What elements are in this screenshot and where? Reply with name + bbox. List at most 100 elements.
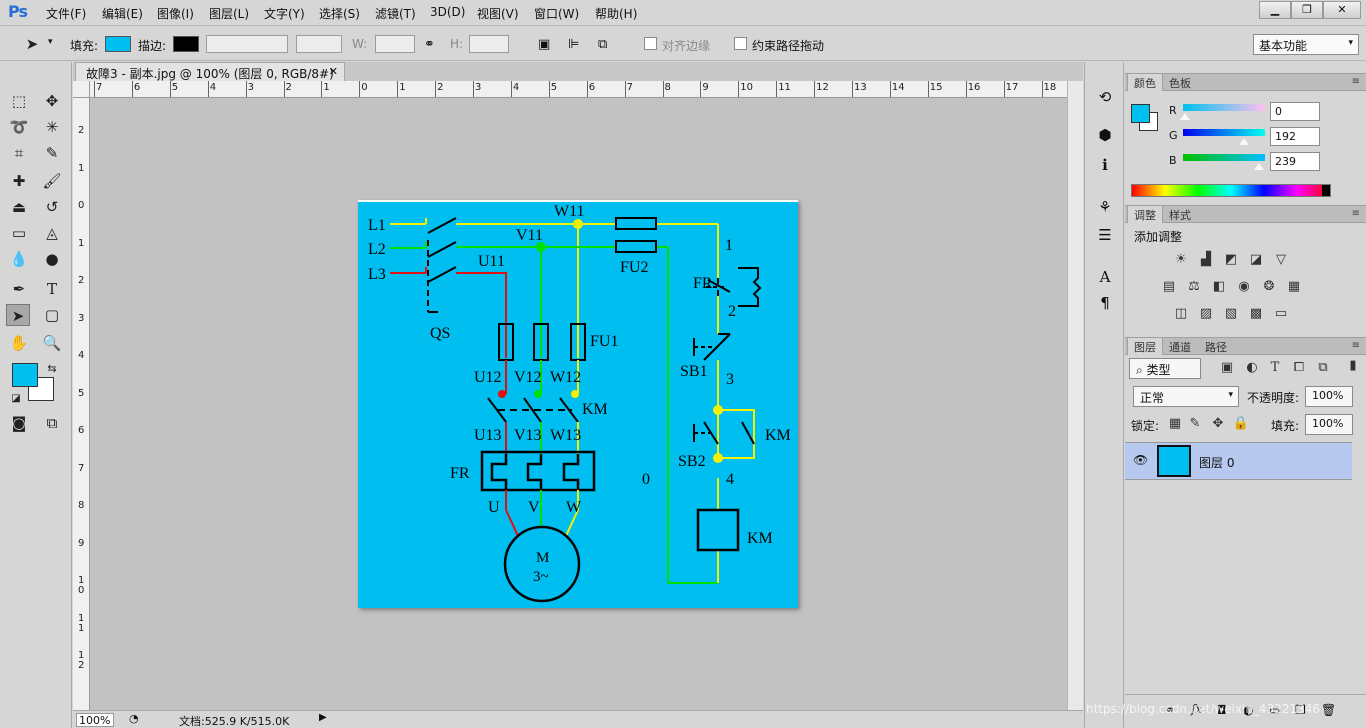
swap-colors-icon[interactable]: ⇆ — [40, 358, 64, 380]
zoom-tool-icon[interactable]: 🔍 — [40, 332, 64, 354]
brightness-contrast-icon[interactable]: ☀ — [1171, 252, 1191, 270]
posterize-icon[interactable]: ▨ — [1196, 306, 1216, 324]
selective-color-icon[interactable]: ▩ — [1246, 306, 1266, 324]
threshold-icon[interactable]: ▧ — [1221, 306, 1241, 324]
horizontal-ruler[interactable]: 7 6 5 4 3 2 1 0 1 2 3 4 5 6 7 8 9 10 11 12 13 14 15 16 17 18 — [90, 81, 1067, 98]
menu-filter[interactable]: 滤镜(T) — [375, 5, 416, 22]
tab-color[interactable]: 颜色 — [1127, 74, 1163, 91]
eraser-tool-icon[interactable]: ▭ — [7, 222, 31, 244]
stroke-width-field[interactable] — [206, 35, 288, 53]
r-slider-thumb[interactable] — [1180, 113, 1190, 120]
lock-transparency-icon[interactable]: ▦ — [1165, 416, 1185, 434]
type-tool-icon[interactable]: T — [40, 278, 64, 300]
ruler-origin[interactable] — [73, 81, 90, 98]
menu-help[interactable]: 帮助(H) — [595, 5, 637, 22]
stroke-color-swatch[interactable] — [173, 36, 199, 52]
pen-tool-icon[interactable]: ✒ — [7, 278, 31, 300]
tab-paths[interactable]: 路径 — [1199, 338, 1233, 355]
move-tool-icon[interactable]: ✥ — [40, 90, 64, 112]
close-button[interactable]: ✕ — [1323, 1, 1361, 19]
tab-channels[interactable]: 通道 — [1163, 338, 1197, 355]
vertical-ruler[interactable]: 2 1 0 1 2 3 4 5 6 7 8 9 10 11 12 — [73, 98, 90, 710]
path-arrangement-icon[interactable]: ⧉ — [598, 37, 607, 52]
tab-swatches[interactable]: 色板 — [1163, 74, 1197, 91]
filter-smart-object-icon[interactable]: ⧉ — [1313, 360, 1333, 378]
eyedropper-tool-icon[interactable]: ✎ — [40, 142, 64, 164]
blend-mode-dropdown[interactable]: 正常 ▾ — [1133, 386, 1239, 407]
zoom-field[interactable]: 100% — [76, 713, 114, 727]
3d-panel-icon[interactable]: ⬢ — [1093, 124, 1117, 146]
adjust-panel-menu-icon[interactable]: ≡ — [1352, 208, 1360, 219]
align-edges-checkbox[interactable] — [644, 37, 657, 50]
history-brush-tool-icon[interactable]: ↺ — [40, 196, 64, 218]
invert-icon[interactable]: ◫ — [1171, 306, 1191, 324]
healing-brush-tool-icon[interactable]: ✚ — [7, 170, 31, 192]
menu-layer[interactable]: 图层(L) — [209, 5, 249, 22]
zoom-preview-icon[interactable]: ◔ — [129, 712, 139, 725]
clone-stamp-tool-icon[interactable]: ⏏ — [7, 196, 31, 218]
default-colors-icon[interactable]: ◪ — [4, 388, 28, 410]
magic-wand-tool-icon[interactable]: ✳ — [40, 116, 64, 138]
g-slider[interactable] — [1183, 129, 1265, 136]
menu-select[interactable]: 选择(S) — [319, 5, 360, 22]
quick-mask-icon[interactable]: ◙ — [7, 412, 31, 434]
path-selection-tool-icon[interactable]: ➤ — [6, 304, 30, 326]
blur-tool-icon[interactable]: 💧 — [7, 248, 31, 270]
filter-toggle-icon[interactable]: ▮ — [1343, 358, 1363, 376]
layer-row[interactable]: 👁 图层 0 — [1125, 442, 1352, 480]
menu-view[interactable]: 视图(V) — [477, 5, 519, 22]
constrain-path-checkbox[interactable] — [734, 37, 747, 50]
document-tab[interactable]: 故障3 - 副本.jpg @ 100% (图层 0, RGB/8#) * ✕ — [75, 62, 345, 96]
history-panel-icon[interactable]: ⟲ — [1093, 86, 1117, 108]
tab-layers[interactable]: 图层 — [1127, 338, 1163, 355]
marquee-tool-icon[interactable]: ⬚ — [7, 90, 31, 112]
fill-field[interactable]: 100% — [1305, 414, 1353, 435]
workspace-dropdown[interactable]: 基本功能 ▾ — [1253, 34, 1359, 55]
screen-mode-icon[interactable]: ⧉ — [40, 412, 64, 434]
vertical-scrollbar[interactable] — [1067, 81, 1083, 710]
crop-tool-icon[interactable]: ⌗ — [7, 142, 31, 164]
color-spectrum-bar[interactable] — [1131, 184, 1331, 197]
lock-all-icon[interactable]: 🔒 — [1231, 416, 1251, 434]
filter-pixel-icon[interactable]: ▣ — [1217, 360, 1237, 378]
color-balance-icon[interactable]: ⚖ — [1184, 279, 1204, 297]
minimize-button[interactable]: ▁ — [1259, 1, 1291, 19]
menu-file[interactable]: 文件(F) — [46, 5, 86, 22]
restore-button[interactable]: ❐ — [1291, 1, 1323, 19]
color-lookup-icon[interactable]: ▦ — [1284, 279, 1304, 297]
menu-image[interactable]: 图像(I) — [157, 5, 194, 22]
menu-window[interactable]: 窗口(W) — [534, 5, 579, 22]
path-alignment-icon[interactable]: ⊫ — [568, 37, 579, 52]
width-field[interactable] — [375, 35, 415, 53]
brush-presets-icon[interactable]: ☰ — [1093, 224, 1117, 246]
delete-layer-icon[interactable]: 🗑 — [1321, 703, 1336, 717]
close-tab-icon[interactable]: ✕ — [329, 65, 338, 78]
link-icon[interactable]: ⚭ — [424, 37, 435, 52]
r-value-field[interactable]: 0 — [1270, 102, 1320, 121]
paint-bucket-tool-icon[interactable]: ◬ — [40, 222, 64, 244]
path-operations-icon[interactable]: ▣ — [538, 37, 550, 52]
b-slider[interactable] — [1183, 154, 1265, 161]
black-white-icon[interactable]: ◧ — [1209, 279, 1229, 297]
g-slider-thumb[interactable] — [1239, 138, 1249, 145]
document-image[interactable]: L1 L2 L3 W11 V11 U11 FU2 QS FU1 U12 V12 … — [358, 200, 798, 608]
fill-color-swatch[interactable] — [105, 36, 131, 52]
color-panel-foreground[interactable] — [1131, 104, 1150, 123]
brush-panel-icon[interactable]: ⚘ — [1093, 196, 1117, 218]
rectangle-tool-icon[interactable]: ▢ — [40, 304, 64, 326]
preset-dropdown-arrow-icon[interactable]: ▾ — [48, 37, 53, 47]
height-field[interactable] — [469, 35, 509, 53]
photo-filter-icon[interactable]: ◉ — [1234, 279, 1254, 297]
layer-filter-dropdown[interactable]: ⌕ 类型 — [1129, 358, 1201, 379]
status-menu-arrow-icon[interactable]: ▶ — [319, 712, 327, 723]
eye-icon[interactable]: 👁 — [1133, 453, 1148, 467]
channel-mixer-icon[interactable]: ❂ — [1259, 279, 1279, 297]
foreground-color-swatch[interactable] — [12, 363, 38, 387]
tab-adjustments[interactable]: 调整 — [1127, 206, 1163, 223]
menu-3d[interactable]: 3D(D) — [430, 5, 465, 19]
dodge-tool-icon[interactable]: ● — [40, 248, 64, 270]
layers-panel-menu-icon[interactable]: ≡ — [1352, 340, 1360, 351]
filter-shape-icon[interactable]: ⧠ — [1289, 360, 1309, 378]
paragraph-panel-icon[interactable]: ¶ — [1093, 292, 1117, 314]
hue-saturation-icon[interactable]: ▤ — [1159, 279, 1179, 297]
